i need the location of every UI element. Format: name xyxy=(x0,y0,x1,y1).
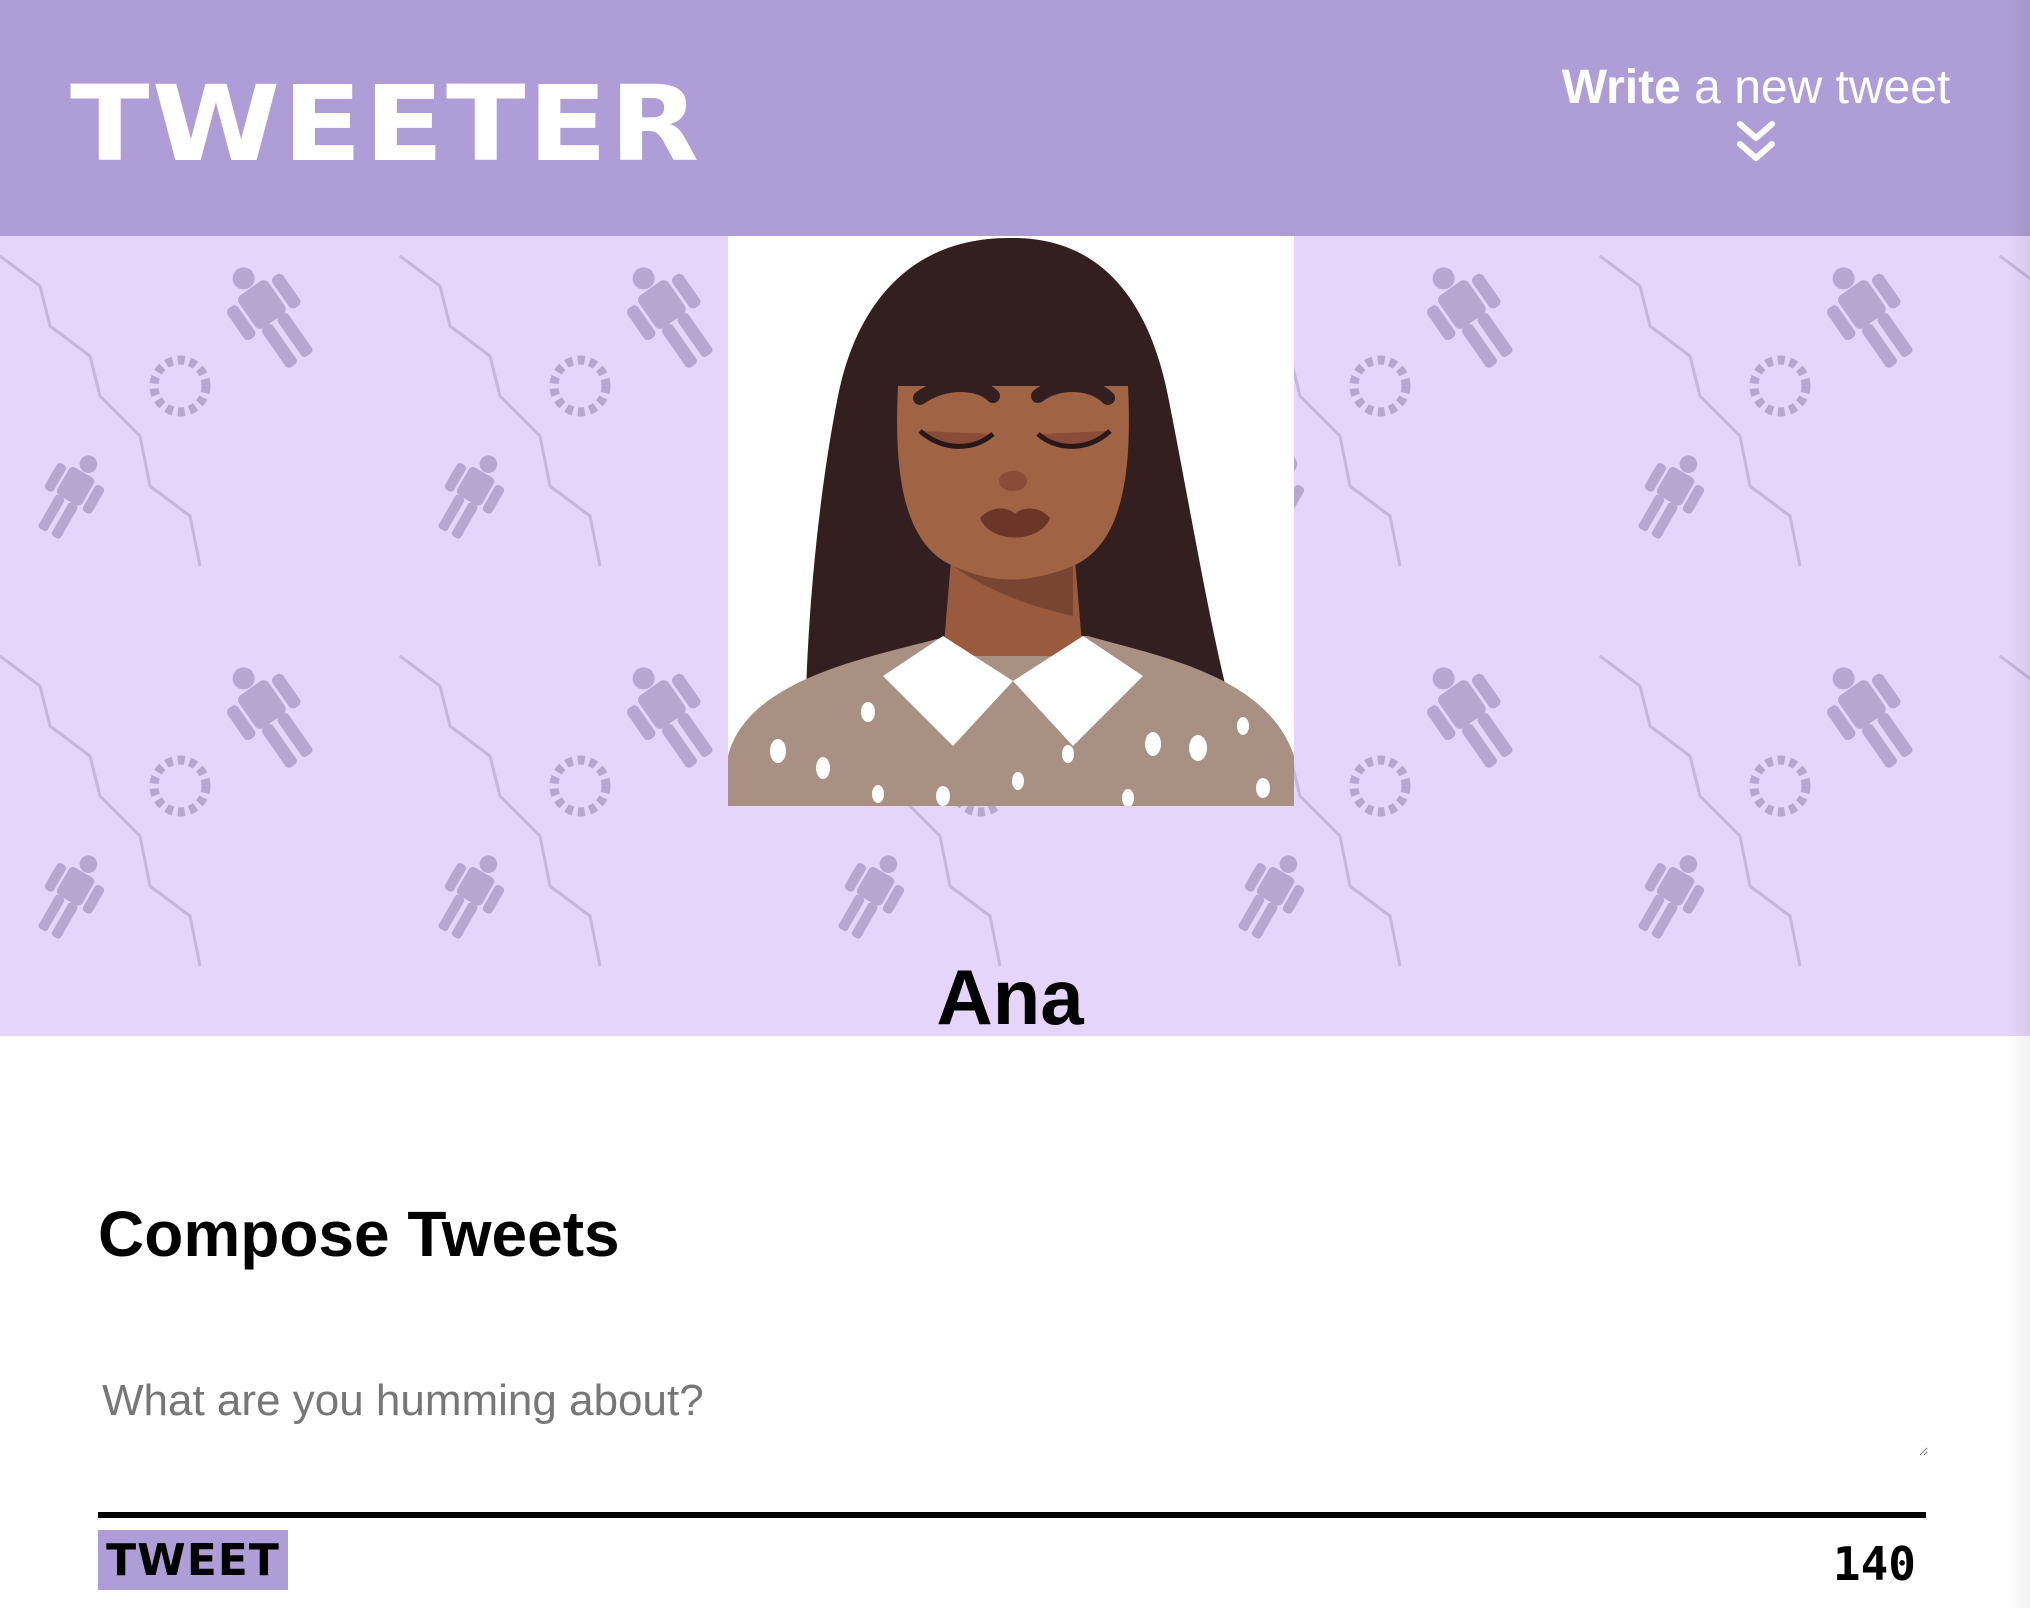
double-chevron-down-icon xyxy=(1737,121,1775,161)
profile-name: Ana xyxy=(936,953,1084,1036)
char-counter: 140 xyxy=(1832,1537,1916,1591)
compose-section: Compose Tweets xyxy=(0,1036,2030,1608)
write-new-tweet-label: Write a new tweet xyxy=(1556,60,1956,116)
tweet-submit-button[interactable]: TWEET xyxy=(98,1530,288,1590)
compose-title: Compose Tweets xyxy=(98,1198,620,1270)
profile-header: Ana xyxy=(0,236,2030,1036)
write-rest-text: a new tweet xyxy=(1680,61,1951,114)
woman-avatar-icon xyxy=(728,236,1294,806)
tweet-textarea[interactable] xyxy=(98,1376,1928,1456)
brand-logo[interactable]: TWEETER xyxy=(70,72,701,176)
input-underline xyxy=(98,1512,1926,1518)
write-new-tweet-link[interactable]: Write a new tweet xyxy=(1556,60,1956,168)
profile-avatar xyxy=(728,236,1294,806)
write-bold-text: Write xyxy=(1561,61,1681,114)
top-nav: TWEETER Write a new tweet xyxy=(0,0,2030,236)
